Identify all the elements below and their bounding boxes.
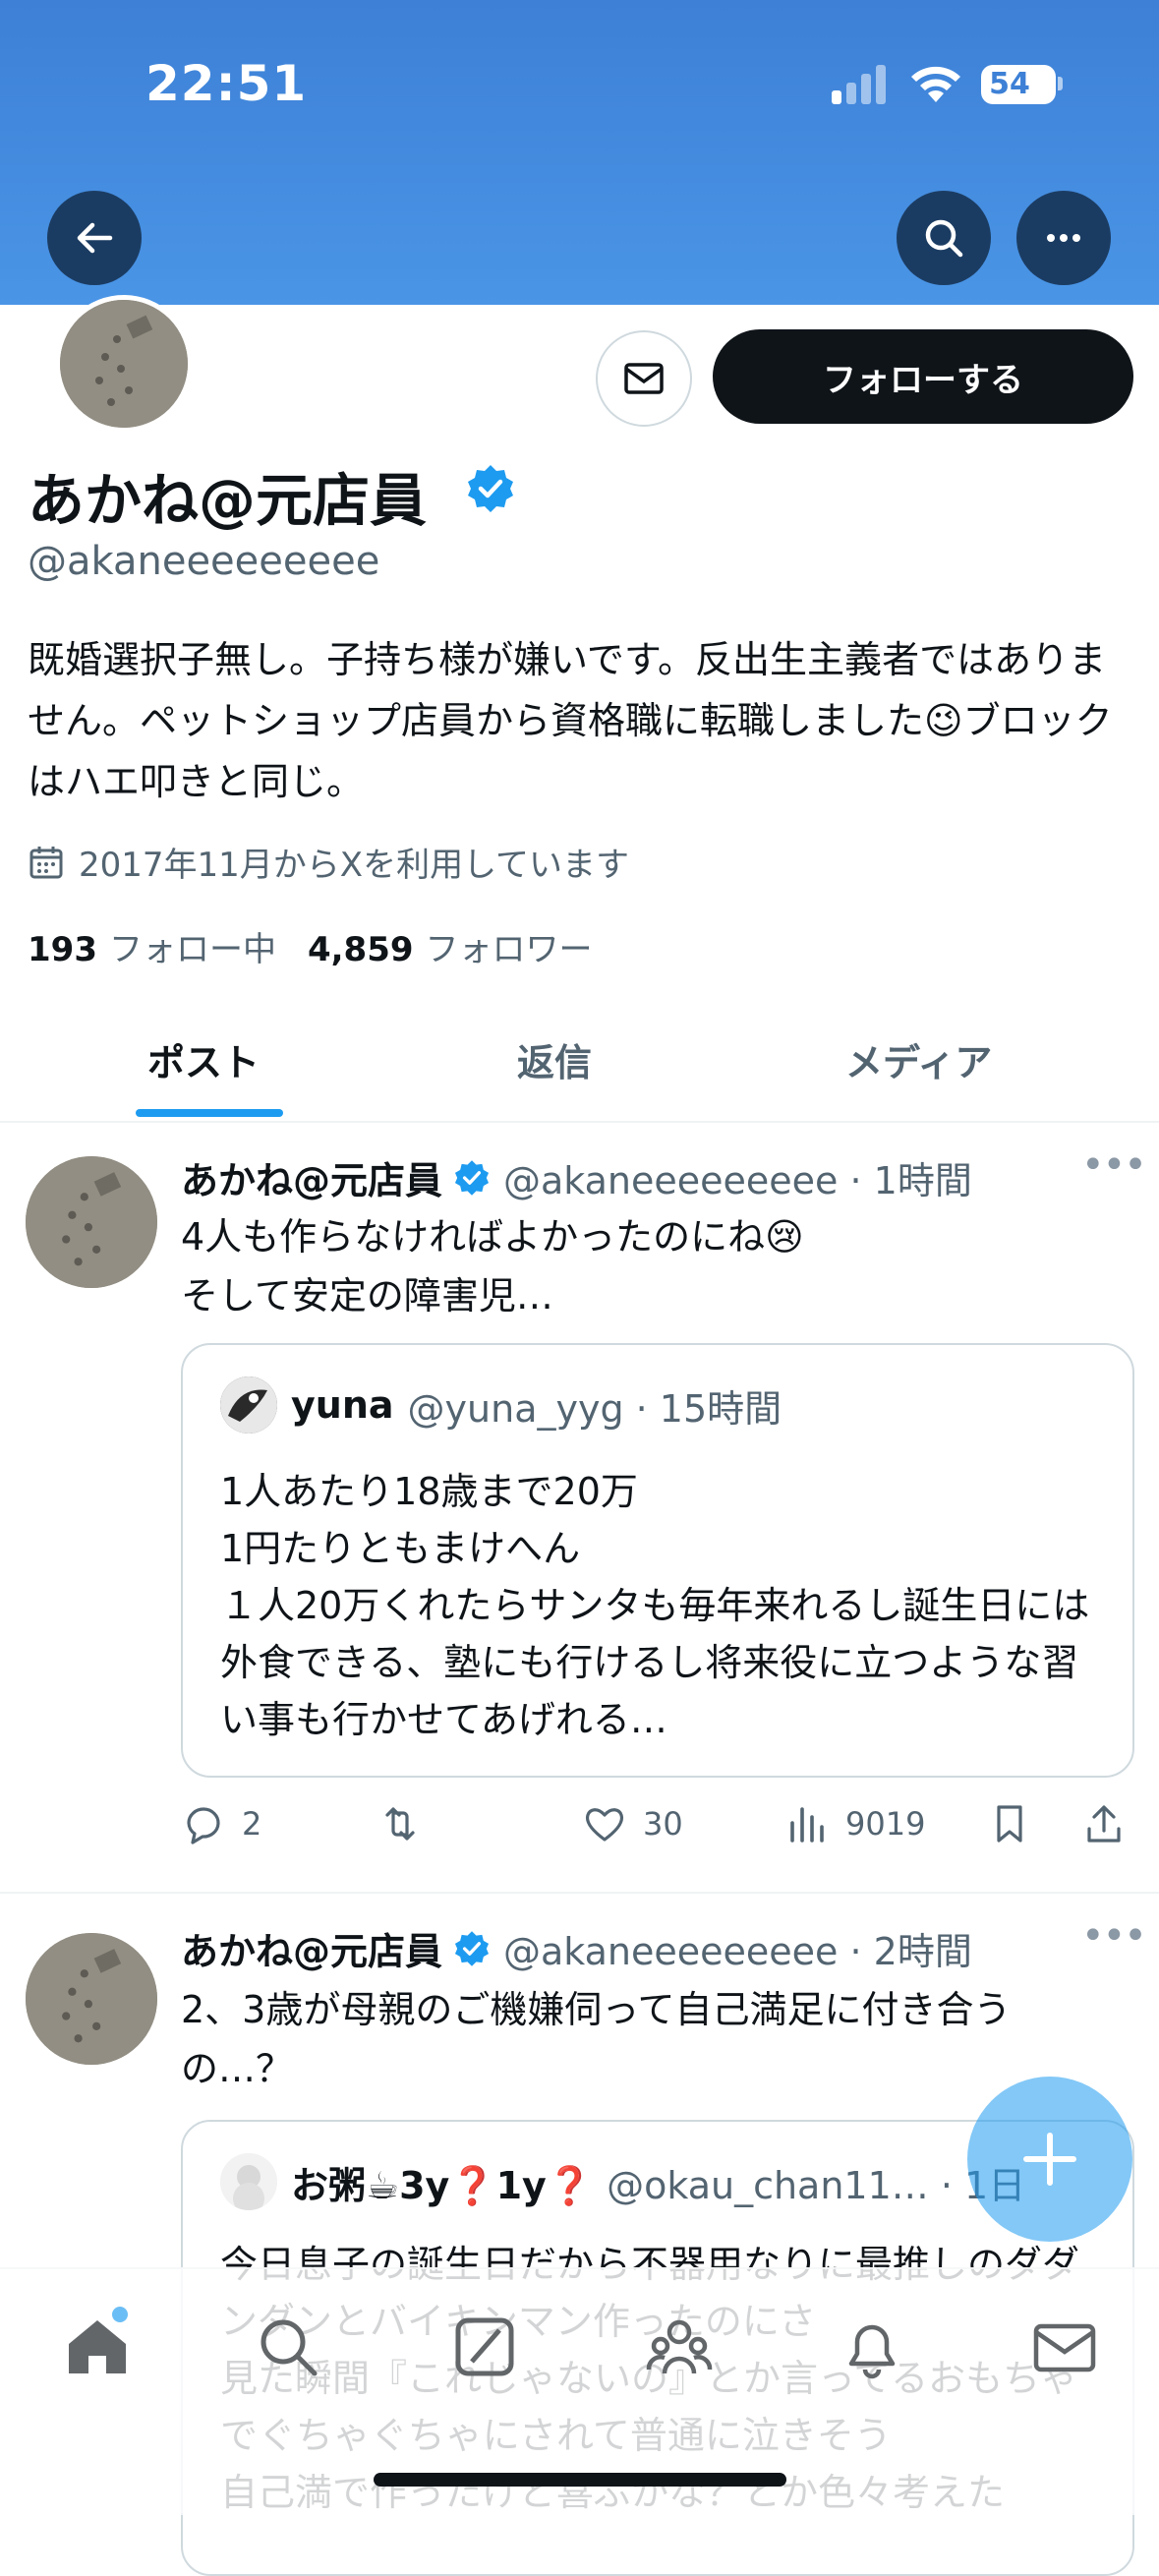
communities-icon[interactable] bbox=[645, 2313, 714, 2381]
reply-count: 2 bbox=[242, 1805, 262, 1843]
tab-media[interactable]: メディア bbox=[845, 1032, 992, 1086]
more-horizontal-icon bbox=[1047, 234, 1080, 242]
post-header: あかね@元店員 @akaneeeeeeeee · 1時間 bbox=[181, 1150, 972, 1204]
cellular-signal-icon bbox=[832, 63, 891, 104]
tab-posts[interactable]: ポスト bbox=[147, 1032, 260, 1086]
quoted-meta: @okau_chan11… · 1日 bbox=[607, 2163, 1026, 2207]
verified-badge-icon bbox=[454, 1159, 490, 1196]
quoted-meta: @yuna_yyg · 15時間 bbox=[407, 1386, 782, 1431]
follow-button[interactable]: フォローする bbox=[713, 329, 1133, 424]
reply-icon bbox=[187, 1807, 220, 1844]
active-tab-indicator bbox=[136, 1109, 283, 1117]
post-actions: 2 30 9019 bbox=[181, 1801, 1125, 1860]
followers-label: フォロワー bbox=[425, 930, 593, 969]
home-notification-dot bbox=[112, 2307, 128, 2322]
post-author-name: あかね@元店員 bbox=[181, 1159, 443, 1202]
messages-envelope-icon[interactable] bbox=[1030, 2313, 1099, 2381]
reply-button[interactable]: 2 bbox=[181, 1801, 261, 1846]
message-button[interactable] bbox=[596, 330, 692, 427]
post-text: 4人も作らなければよかったのにね😢 そして安定の障害児… bbox=[181, 1207, 1125, 1325]
quoted-author-name: お粥☕3y❓1y❓ bbox=[291, 2163, 594, 2207]
post-item[interactable]: あかね@元店員 @akaneeeeeeeee · 1時間 ••• 4人も作らなけ… bbox=[0, 1123, 1159, 1890]
views-button[interactable]: 9019 bbox=[784, 1801, 925, 1846]
search-icon bbox=[925, 219, 963, 258]
following-link[interactable]: 193 フォロー中 bbox=[28, 930, 276, 969]
status-time: 22:51 bbox=[145, 55, 308, 112]
compose-post-button[interactable] bbox=[967, 2077, 1132, 2242]
avatar-image bbox=[220, 1376, 277, 1434]
post-text: 2、3歳が母親のご機嫌伺って自己満足に付き合うの…？ bbox=[181, 1988, 1012, 2090]
post-author-name: あかね@元店員 bbox=[181, 1930, 443, 1973]
post-header: あかね@元店員 @akaneeeeeeeee · 2時間 bbox=[181, 1921, 972, 1975]
share-button[interactable] bbox=[1081, 1801, 1142, 1846]
repost-icon bbox=[385, 1807, 415, 1841]
like-count: 30 bbox=[643, 1805, 683, 1843]
post-more-icon[interactable]: ••• bbox=[1081, 1913, 1147, 1959]
search-button[interactable] bbox=[897, 191, 991, 285]
verified-badge-icon bbox=[468, 465, 513, 512]
post-meta: @akaneeeeeeeee · 2時間 bbox=[503, 1930, 972, 1973]
profile-tabs: ポスト 返信 メディア bbox=[0, 989, 1159, 1123]
battery-nub bbox=[1058, 77, 1063, 90]
grok-icon[interactable] bbox=[450, 2313, 519, 2381]
profile-display-name: あかね@元店員 bbox=[28, 467, 428, 534]
quoted-avatar bbox=[220, 2153, 277, 2210]
view-count: 9019 bbox=[845, 1805, 926, 1843]
plus-icon bbox=[1023, 2133, 1076, 2186]
calendar-icon bbox=[29, 846, 63, 878]
bar-chart-icon bbox=[790, 1807, 824, 1843]
profile-handle: @akaneeeeeeeee bbox=[28, 539, 380, 584]
post-text-line: 4人も作らなければよかったのにね😢 bbox=[181, 1215, 804, 1259]
profile-avatar[interactable] bbox=[55, 295, 193, 433]
post-text-line: そして安定の障害児… bbox=[181, 1274, 553, 1317]
post-avatar[interactable] bbox=[26, 1156, 157, 1288]
follow-counts: 193 フォロー中 4,859 フォロワー bbox=[28, 922, 593, 970]
repost-button[interactable] bbox=[377, 1801, 438, 1846]
joined-date: 2017年11月からXを利用しています bbox=[28, 838, 629, 886]
quoted-post[interactable]: yuna @yuna_yyg · 15時間 1人あたり18歳まで20万 1円たり… bbox=[181, 1343, 1134, 1778]
arrow-left-icon bbox=[77, 222, 113, 254]
post-more-icon[interactable]: ••• bbox=[1081, 1142, 1147, 1188]
envelope-icon bbox=[624, 363, 664, 394]
post-avatar[interactable] bbox=[26, 1933, 157, 2065]
quoted-post-header: yuna @yuna_yyg · 15時間 bbox=[220, 1376, 782, 1434]
heart-icon bbox=[585, 1808, 624, 1842]
quoted-avatar bbox=[220, 1376, 277, 1434]
following-count: 193 bbox=[28, 930, 97, 969]
search-icon[interactable] bbox=[254, 2313, 322, 2381]
following-label: フォロー中 bbox=[108, 930, 276, 969]
joined-text: 2017年11月からXを利用しています bbox=[79, 846, 630, 885]
quoted-author-name: yuna bbox=[291, 1383, 394, 1427]
avatar-image bbox=[220, 2153, 277, 2210]
battery-level: 54 bbox=[989, 67, 1030, 101]
home-icon[interactable] bbox=[63, 2313, 132, 2381]
avatar-image bbox=[26, 1933, 157, 2065]
quoted-text: 1人あたり18歳まで20万 1円たりともまけへん １人20万くれたらサンタも毎年… bbox=[220, 1470, 1090, 1741]
wifi-icon bbox=[911, 66, 960, 102]
share-icon bbox=[1087, 1805, 1121, 1843]
post-meta: @akaneeeeeeeee · 1時間 bbox=[503, 1159, 972, 1202]
followers-link[interactable]: 4,859 フォロワー bbox=[308, 930, 593, 969]
home-indicator[interactable] bbox=[374, 2473, 786, 2487]
tab-replies[interactable]: 返信 bbox=[517, 1032, 592, 1086]
avatar-image bbox=[26, 1156, 157, 1288]
profile-header-banner: 22:51 54 bbox=[0, 0, 1159, 305]
quoted-post-header: お粥☕3y❓1y❓ @okau_chan11… · 1日 bbox=[220, 2153, 1025, 2210]
profile-bio: 既婚選択子無し。子持ち様が嫌いです。反出生主義者ではありません。ペットショップ店… bbox=[28, 638, 1113, 803]
verified-badge-icon bbox=[454, 1930, 490, 1966]
like-button[interactable]: 30 bbox=[582, 1801, 683, 1846]
bookmark-icon bbox=[997, 1805, 1022, 1843]
avatar-image bbox=[60, 300, 188, 428]
back-button[interactable] bbox=[47, 191, 142, 285]
followers-count: 4,859 bbox=[307, 930, 414, 969]
bookmark-button[interactable] bbox=[987, 1801, 1048, 1846]
more-button[interactable] bbox=[1016, 191, 1111, 285]
notifications-bell-icon[interactable] bbox=[838, 2313, 906, 2381]
battery-icon: 54 bbox=[981, 65, 1056, 104]
